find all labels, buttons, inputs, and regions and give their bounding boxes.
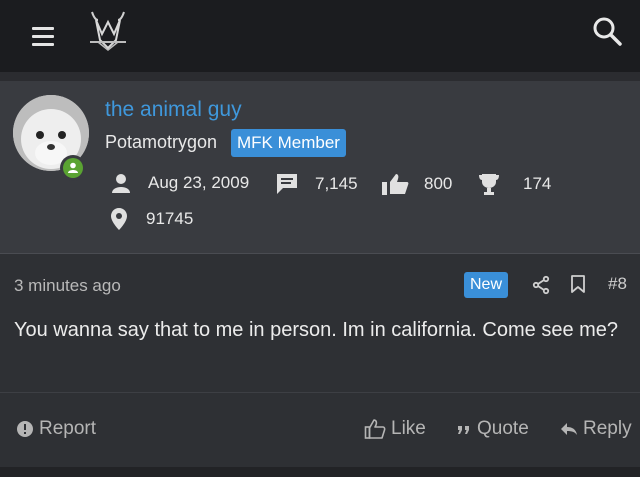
messages-stat: 7,145: [275, 172, 358, 196]
like-button[interactable]: Like: [364, 418, 426, 440]
bookmark-icon[interactable]: [570, 274, 586, 294]
like-label: Like: [391, 418, 426, 439]
joined-stat: Aug 23, 2009: [110, 172, 249, 194]
member-banner-badge: MFK Member: [231, 129, 346, 157]
messages-icon: [277, 174, 297, 194]
reply-label: Reply: [583, 418, 632, 439]
map-marker-icon: [111, 208, 127, 230]
message-user-info: the animal guy Potamotrygon MFK Member A…: [0, 81, 640, 253]
post-timestamp[interactable]: 3 minutes ago: [14, 276, 121, 296]
forum-logo-icon[interactable]: [84, 6, 132, 54]
user-icon: [112, 174, 130, 193]
quote-label: Quote: [477, 418, 529, 439]
search-icon[interactable]: [588, 12, 628, 52]
header-separator: [0, 72, 640, 81]
username-link[interactable]: the animal guy: [105, 98, 242, 122]
post-number-link[interactable]: #8: [608, 274, 627, 294]
reply-icon: [561, 423, 577, 435]
quote-button[interactable]: Quote: [456, 418, 529, 440]
page-bottom-edge: [0, 467, 640, 477]
online-status-icon: [60, 155, 86, 181]
messages-count: 7,145: [315, 174, 358, 193]
location-stat: 91745: [110, 207, 193, 231]
quote-icon: [458, 426, 469, 434]
reply-button[interactable]: Reply: [560, 418, 632, 440]
message-footer-divider: [0, 392, 640, 393]
share-icon[interactable]: [532, 275, 550, 295]
message-post: 3 minutes ago New #8 You wanna say that …: [0, 254, 640, 477]
report-button[interactable]: Report: [16, 418, 96, 440]
joined-date: Aug 23, 2009: [148, 173, 250, 192]
report-label: Report: [39, 418, 97, 439]
location-value: 91745: [146, 209, 194, 228]
alert-circle-icon: [17, 421, 33, 437]
points-stat: 174: [475, 172, 551, 196]
trophy-icon: [479, 174, 499, 195]
new-badge: New: [464, 272, 509, 298]
thumbs-up-outline-icon: [364, 419, 386, 439]
top-navigation-bar: [0, 0, 640, 72]
message-body: You wanna say that to me in person. Im i…: [14, 319, 619, 341]
points-count: 174: [523, 174, 552, 193]
thumbs-up-icon: [382, 174, 409, 195]
reactions-count: 800: [424, 174, 453, 193]
user-title: Potamotrygon: [105, 132, 218, 152]
reactions-stat: 800: [380, 172, 452, 196]
hamburger-menu-icon[interactable]: [24, 22, 64, 50]
